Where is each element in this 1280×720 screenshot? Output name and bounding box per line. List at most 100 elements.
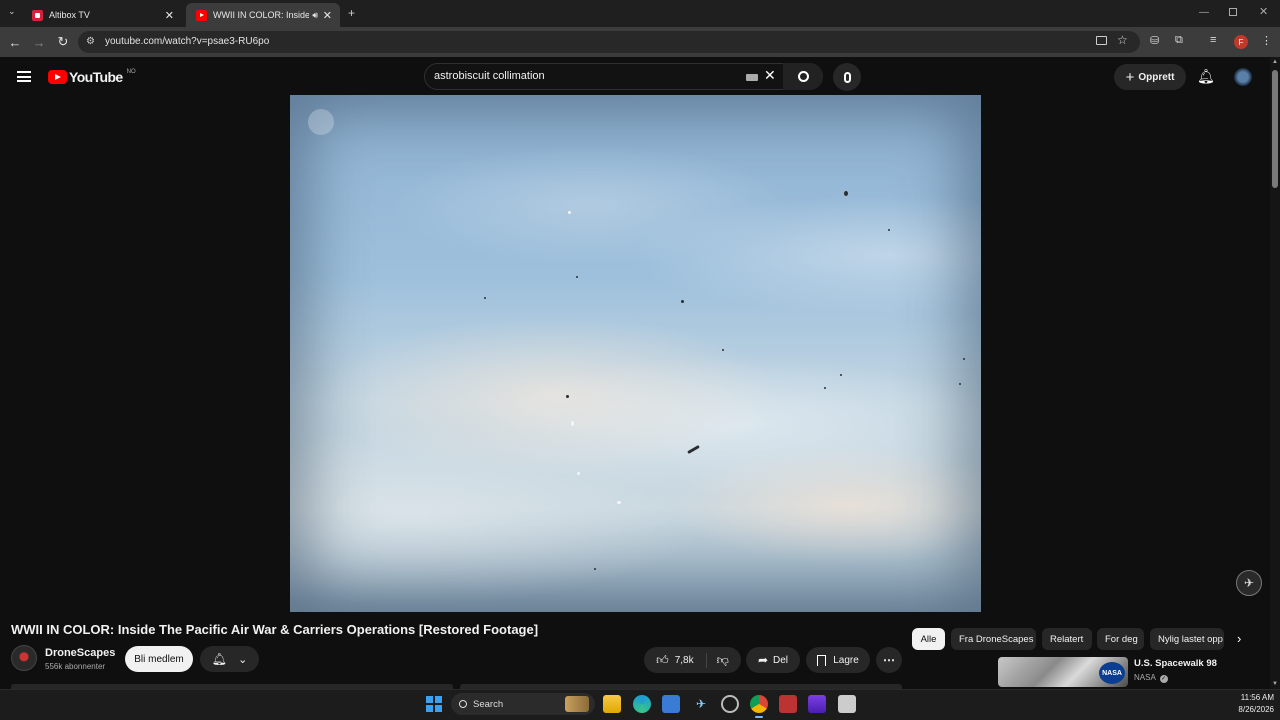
tab-title: WWII IN COLOR: Inside The — [213, 10, 309, 20]
keyboard-icon[interactable] — [746, 74, 758, 81]
search-icon — [459, 700, 467, 708]
chip-for-you[interactable]: For deg — [1097, 628, 1144, 650]
youtube-logo[interactable]: YouTube NO — [48, 69, 136, 85]
profile-avatar[interactable]: F — [1234, 35, 1248, 49]
aircraft-speck — [681, 300, 684, 303]
bell-icon: 🔔︎ — [211, 652, 227, 666]
save-label: Lagre — [833, 654, 859, 666]
scroll-down-arrow-icon[interactable]: ▼ — [1272, 681, 1278, 687]
windows-start-icon[interactable] — [426, 696, 442, 712]
photo-app-icon[interactable] — [779, 695, 797, 713]
save-button[interactable]: Lagre — [806, 647, 870, 673]
dislike-button[interactable]: 👎︎ — [705, 652, 729, 668]
forward-icon[interactable]: → — [31, 34, 47, 50]
tab-close-icon[interactable]: ✕ — [323, 9, 332, 22]
verified-check-icon: ✓ — [1159, 675, 1168, 683]
create-button[interactable]: + Opprett — [1114, 64, 1186, 90]
steam-icon[interactable] — [721, 695, 739, 713]
aircraft-speck — [840, 374, 842, 376]
account-avatar[interactable] — [1234, 68, 1252, 86]
chip-all[interactable]: Alle — [912, 628, 945, 650]
more-actions-button[interactable]: ⋯ — [876, 647, 902, 673]
extensions-puzzle-icon[interactable]: ⧉ — [1175, 34, 1183, 47]
search-highlight-icon — [565, 696, 589, 712]
suggested-video-title[interactable]: U.S. Spacewalk 98 — [1134, 658, 1217, 669]
share-label: Del — [773, 654, 789, 666]
file-explorer-icon[interactable] — [603, 695, 621, 713]
chip-recently-uploaded[interactable]: Nylig lastet opp — [1150, 628, 1224, 650]
aircraft-speck — [824, 387, 826, 389]
aircraft-speck — [568, 211, 571, 214]
search-input[interactable]: astrobiscuit collimation — [434, 70, 545, 82]
aircraft-speck — [577, 472, 580, 475]
reload-icon[interactable]: ↻ — [55, 34, 71, 50]
aircraft-speck — [722, 349, 724, 351]
app-icon[interactable]: ✈ — [692, 695, 710, 713]
browser-menu-icon[interactable]: ⋮ — [1261, 34, 1272, 47]
video-player[interactable] — [290, 95, 981, 612]
scrollbar-thumb[interactable] — [1272, 70, 1278, 188]
window-app-icon[interactable] — [838, 695, 856, 713]
media-control-icon[interactable]: ≡ — [1210, 34, 1216, 46]
search-button[interactable] — [783, 63, 823, 90]
thumbs-up-icon: 👍︎ — [656, 652, 669, 667]
url-text[interactable]: youtube.com/watch?v=psae3-RU6po — [105, 36, 269, 47]
channel-avatar[interactable] — [11, 645, 37, 671]
plus-icon: + — [1125, 68, 1135, 86]
minimize-icon[interactable]: — — [1199, 7, 1209, 18]
system-clock[interactable]: 11:56 AM 8/26/2026 — [1222, 692, 1274, 716]
back-icon[interactable]: ← — [7, 34, 23, 50]
clock-time: 11:56 AM — [1240, 693, 1274, 702]
scroll-up-arrow-icon[interactable]: ▲ — [1272, 59, 1278, 65]
channel-name[interactable]: DroneScapes — [45, 647, 115, 659]
chips-next-icon[interactable]: › — [1237, 631, 1241, 646]
more-horizontal-icon: ⋯ — [883, 653, 895, 667]
extension-icon[interactable]: ⛁ — [1150, 34, 1159, 47]
channel-watermark-icon[interactable]: ✈ — [1236, 570, 1262, 596]
aircraft-speck — [484, 297, 486, 299]
tab-youtube-video[interactable]: WWII IN COLOR: Inside The 🔊︎ ✕ — [186, 3, 340, 27]
notification-settings-button[interactable]: 🔔︎ ⌄ — [200, 646, 259, 672]
video-title: WWII IN COLOR: Inside The Pacific Air Wa… — [11, 622, 539, 637]
aircraft-speck — [594, 568, 596, 570]
aircraft-speck — [566, 395, 569, 398]
hamburger-menu-icon[interactable] — [17, 71, 31, 82]
share-arrow-icon: ➦ — [757, 653, 769, 667]
share-button[interactable]: ➦ Del — [746, 647, 800, 673]
edge-icon[interactable] — [633, 695, 651, 713]
layers-app-icon[interactable] — [808, 695, 826, 713]
aircraft-speck — [963, 358, 965, 360]
tab-altibox[interactable]: Altibox TV ✕ — [22, 3, 182, 27]
audio-playing-icon[interactable]: 🔊︎ — [312, 10, 318, 21]
taskbar-search[interactable]: Search — [451, 693, 595, 715]
thumbs-down-icon: 👎︎ — [716, 652, 729, 667]
aircraft-speck — [617, 501, 621, 504]
chrome-icon[interactable] — [750, 695, 768, 713]
site-info-icon[interactable]: ⚙ — [86, 36, 95, 47]
tab-list-chevron-icon[interactable]: ⌄ — [8, 6, 16, 17]
join-button[interactable]: Bli medlem — [125, 646, 193, 672]
search-box[interactable]: astrobiscuit collimation ✕ — [424, 63, 823, 90]
close-window-icon[interactable]: ✕ — [1259, 5, 1268, 18]
search-icon — [797, 71, 809, 82]
region-code: NO — [126, 69, 136, 75]
suggested-channel-name: NASA — [1134, 673, 1156, 682]
chip-from-channel[interactable]: Fra DroneScapes — [951, 628, 1036, 650]
like-button[interactable]: 👍︎ 7,8k — [656, 653, 693, 668]
voice-search-button[interactable] — [833, 63, 861, 91]
store-icon[interactable] — [662, 695, 680, 713]
chip-related[interactable]: Relatert — [1042, 628, 1092, 650]
notifications-bell-icon[interactable]: 🔔︎ — [1197, 68, 1215, 85]
new-tab-icon[interactable]: + — [348, 6, 355, 20]
clear-search-icon[interactable]: ✕ — [764, 67, 776, 84]
youtube-favicon-icon — [196, 9, 207, 21]
aircraft-speck — [571, 421, 574, 426]
restore-icon[interactable] — [1229, 8, 1237, 16]
bookmark-star-icon[interactable]: ☆ — [1117, 33, 1128, 47]
browser-tab-bar: ⌄ Altibox TV ✕ WWII IN COLOR: Inside The… — [0, 0, 1280, 27]
install-app-icon[interactable] — [1096, 36, 1107, 45]
tab-close-icon[interactable]: ✕ — [165, 9, 174, 22]
suggested-video-channel[interactable]: NASA ✓ — [1134, 673, 1168, 683]
aircraft-speck — [576, 276, 578, 278]
like-count: 7,8k — [674, 654, 694, 666]
